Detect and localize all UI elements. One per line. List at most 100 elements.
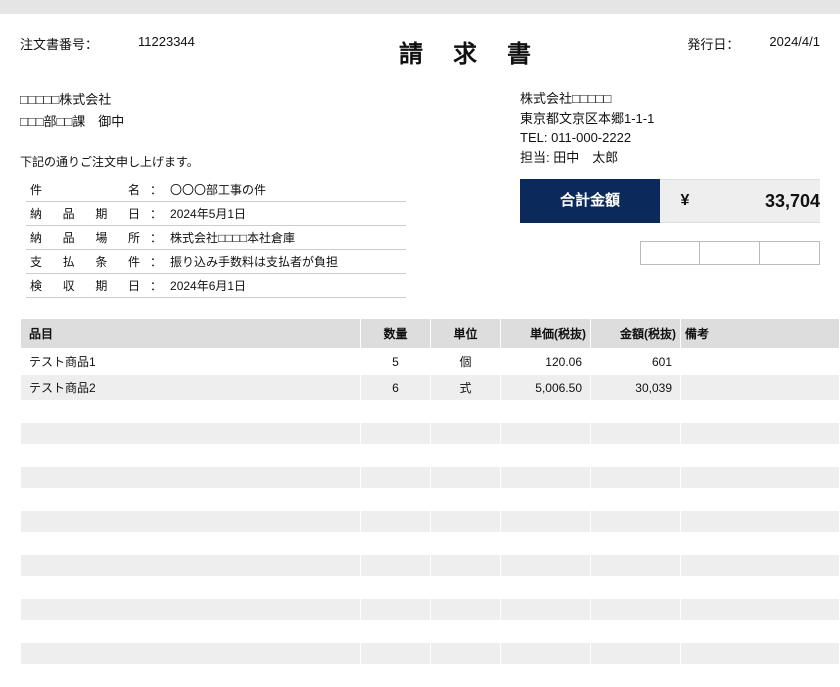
table-row [21,533,840,555]
issue-date-block: 発行日： 2024/4/1 [620,34,820,53]
table-cell [591,511,681,533]
table-cell [21,665,361,687]
document-header: 注文書番号： 11223344 請求書 発行日： 2024/4/1 [0,34,840,89]
table-cell [431,577,501,599]
parties-section: □□□□□株式会社 □□□部□□課 御中 下記の通りご注文申し上げます。 件名 … [0,89,840,308]
table-cell [591,621,681,643]
items-header-row: 品目 数量 単位 単価(税抜) 金額(税抜) 備考 [21,319,840,349]
table-row [21,599,840,621]
table-cell [591,533,681,555]
table-cell [591,401,681,423]
client-name: □□□□□株式会社 [20,89,480,111]
sender-contact: 担当: 田中 太郎 [520,148,820,168]
table-cell [681,349,840,375]
col-price-header: 単価(税抜) [501,319,591,349]
client-block: □□□□□株式会社 □□□部□□課 御中 下記の通りご注文申し上げます。 件名 … [20,89,480,298]
sender-address: 東京都文京区本郷1-1-1 [520,109,820,129]
col-qty-header: 数量 [361,319,431,349]
table-cell [361,489,431,511]
table-cell [21,401,361,423]
table-cell [591,423,681,445]
table-cell [591,555,681,577]
table-cell [21,643,361,665]
order-number-block: 注文書番号： 11223344 [20,34,300,53]
table-row [21,665,840,687]
detail-row-inspect: 検収期日 ： 2024年6月1日 [26,274,406,298]
table-cell [501,467,591,489]
table-cell: 30,039 [591,375,681,401]
table-row [21,467,840,489]
table-cell: 個 [431,349,501,375]
table-cell [591,489,681,511]
order-number-value: 11223344 [138,34,195,53]
colon: ： [146,202,166,226]
table-cell [361,643,431,665]
table-cell [431,467,501,489]
table-cell [501,599,591,621]
table-cell [591,577,681,599]
table-cell [361,467,431,489]
table-row [21,423,840,445]
table-row [21,643,840,665]
title-block: 請求書 [300,34,620,69]
col-amount-header: 金額(税抜) [591,319,681,349]
table-row [21,511,840,533]
table-cell: テスト商品1 [21,349,361,375]
subject-label: 件名 [26,178,146,202]
table-cell [21,511,361,533]
table-cell [591,445,681,467]
table-cell [681,467,840,489]
colon: ： [146,250,166,274]
table-cell [21,555,361,577]
table-cell [501,643,591,665]
stamp-box [700,241,760,265]
items-wrapper: 品目 数量 単位 単価(税抜) 金額(税抜) 備考 テスト商品15個120.06… [0,318,840,687]
table-cell [431,489,501,511]
table-cell [361,555,431,577]
payment-value: 振り込み手数料は支払者が負担 [166,250,406,274]
table-cell [681,643,840,665]
table-cell [681,423,840,445]
table-cell: 式 [431,375,501,401]
table-cell [361,599,431,621]
issue-date-value: 2024/4/1 [769,34,820,53]
table-cell [501,401,591,423]
top-stripe [0,0,840,14]
table-cell [361,445,431,467]
table-cell [501,621,591,643]
table-row [21,489,840,511]
table-cell [431,621,501,643]
table-row: テスト商品26式5,006.5030,039 [21,375,840,401]
table-cell [591,599,681,621]
details-table: 件名 ： 〇〇〇部工事の件 納品期日 ： 2024年5月1日 納品場所 ： 株式… [26,178,406,298]
table-cell [681,577,840,599]
table-cell [21,533,361,555]
intro-text: 下記の通りご注文申し上げます。 [20,153,480,170]
table-row: テスト商品15個120.06601 [21,349,840,375]
table-cell [681,533,840,555]
table-row [21,621,840,643]
inspect-label: 検収期日 [26,274,146,298]
total-label: 合計金額 [520,179,660,223]
table-cell [501,577,591,599]
table-cell [681,489,840,511]
inspect-value: 2024年6月1日 [166,274,406,298]
table-cell: 120.06 [501,349,591,375]
sender-block: 株式会社□□□□□ 東京都文京区本郷1-1-1 TEL: 011-000-222… [520,89,820,298]
table-cell [501,533,591,555]
table-cell [591,643,681,665]
sender-name: 株式会社□□□□□ [520,89,820,109]
table-cell [501,445,591,467]
table-cell [501,555,591,577]
stamp-box [760,241,820,265]
table-cell [501,489,591,511]
table-cell [21,467,361,489]
table-cell [361,511,431,533]
items-table: 品目 数量 単位 単価(税抜) 金額(税抜) 備考 テスト商品15個120.06… [20,318,840,687]
table-cell [21,489,361,511]
table-cell [431,401,501,423]
table-cell [681,665,840,687]
payment-label: 支払条件 [26,250,146,274]
colon: ： [146,226,166,250]
table-cell [591,665,681,687]
